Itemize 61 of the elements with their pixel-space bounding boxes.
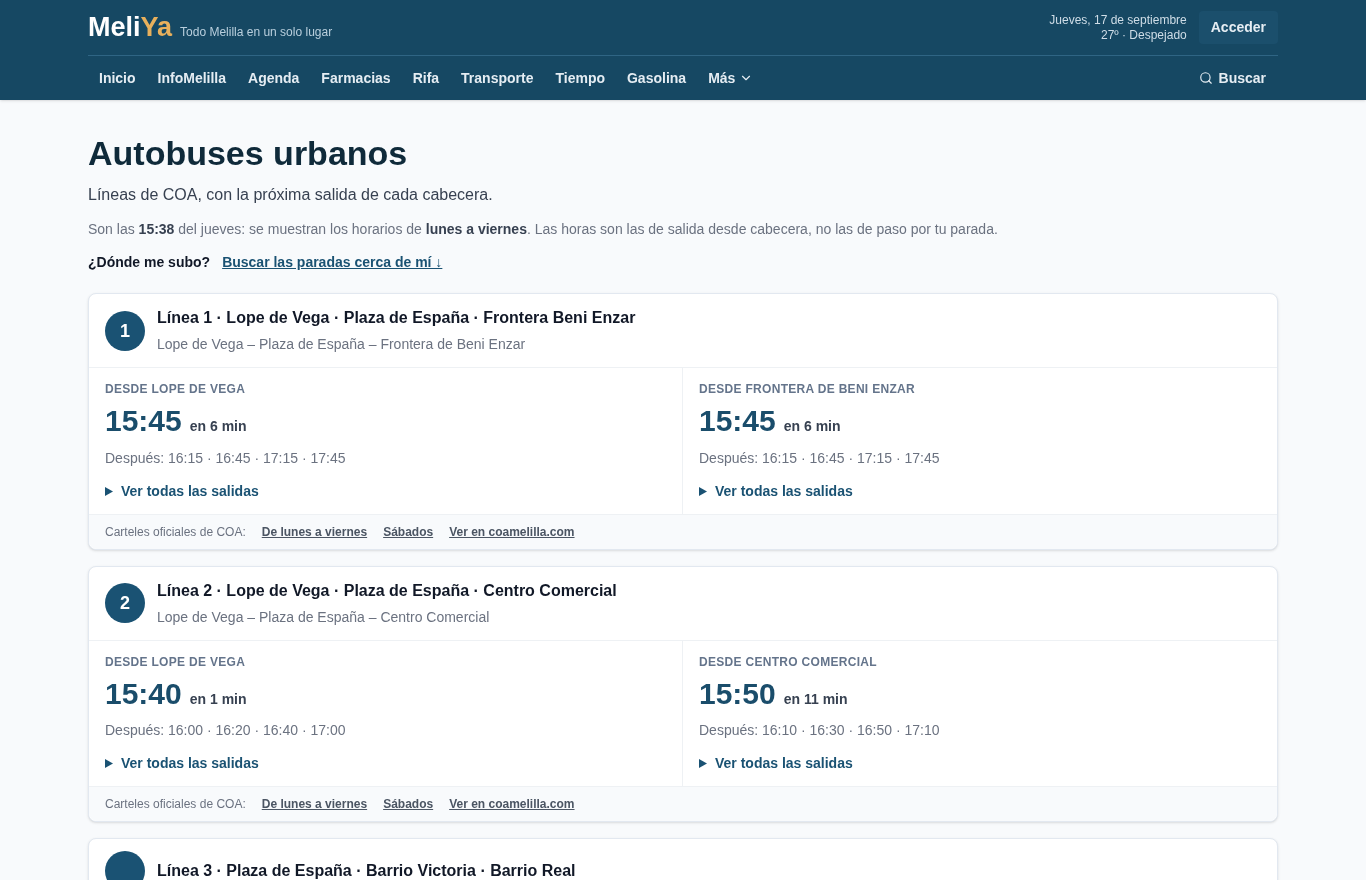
later-departures: Después: 16:00 · 16:20 · 16:40 · 17:00 <box>105 721 347 740</box>
triangle-icon <box>699 486 707 496</box>
nav-link[interactable]: Agenda <box>237 67 311 89</box>
direction-label: DESDE LOPE DE VEGA <box>105 653 247 671</box>
weather-summary: 27º · Despejado <box>1100 27 1187 43</box>
line-title: Línea 3 · Plaza de España · Barrio Victoria · Barrio Real <box>157 861 576 880</box>
schedule-link[interactable]: De lunes a viernes <box>261 522 368 541</box>
triangle-icon <box>105 486 113 496</box>
later-departures: Después: 16:15 · 16:45 · 17:15 · 17:45 <box>699 448 941 468</box>
schedule-link[interactable]: Ver en coamelilla.com <box>449 522 575 541</box>
line-route: Lope de Vega – Plaza de España – Centro Comercial <box>157 607 491 627</box>
triangle-icon <box>699 759 707 768</box>
show-all-departures-toggle[interactable]: Ver todas las salidas <box>699 753 853 774</box>
direction-label: DESDE CENTRO COMERCIAL <box>699 653 878 671</box>
nav-link[interactable]: Más <box>697 67 765 89</box>
line-number-badge: 2 <box>105 583 145 623</box>
later-departures: Después: 16:15 · 16:45 · 17:15 · 17:45 <box>105 448 347 468</box>
schedule-link[interactable]: De lunes a viernes <box>261 795 368 813</box>
page-subtitle: Líneas de COA, con la próxima salida de cada cabecera. <box>88 185 494 205</box>
schedule-link[interactable]: Sábados <box>383 795 434 813</box>
where-to-board-label: ¿Dónde me subo? <box>88 253 211 272</box>
schedule-link[interactable]: Ver en coamelilla.com <box>449 795 575 813</box>
departure-eta: en 11 min <box>783 689 848 709</box>
site-tagline: Todo Melilla en un solo lugar <box>180 24 333 41</box>
departure-eta: en 1 min <box>189 689 247 709</box>
show-all-departures-toggle[interactable]: Ver todas las salidas <box>105 480 259 502</box>
search-button[interactable]: Buscar <box>1186 67 1278 89</box>
nav-link[interactable]: Gasolina <box>616 67 698 89</box>
nav-link[interactable]: Farmacias <box>310 67 402 89</box>
departure-eta: en 6 min <box>189 417 247 436</box>
login-button[interactable]: Acceder <box>1198 11 1278 44</box>
next-departure-time: 15:45 <box>105 403 182 439</box>
current-date: Jueves, 17 de septiembre <box>1049 12 1187 28</box>
next-departure-time: 15:50 <box>699 675 776 712</box>
search-icon <box>1198 71 1213 85</box>
line-title: Línea 1 · Lope de Vega · Plaza de España · Frontera Beni Enzar <box>157 308 636 328</box>
site-logo[interactable]: MeliYa <box>88 14 173 41</box>
line-number-badge <box>105 851 145 880</box>
nearby-stops-link[interactable]: Buscar las paradas cerca de mí ↓ <box>222 252 443 273</box>
nav-link[interactable]: Rifa <box>401 67 451 89</box>
line-route: Lope de Vega – Plaza de España – Frontera de Beni Enzar <box>157 335 527 354</box>
schedule-link[interactable]: Sábados <box>383 522 434 541</box>
official-schedules-label: Carteles oficiales de COA: <box>105 796 246 813</box>
show-all-departures-toggle[interactable]: Ver todas las salidas <box>699 480 853 502</box>
next-departure-time: 15:45 <box>699 403 776 439</box>
show-all-departures-toggle[interactable]: Ver todas las salidas <box>105 753 259 774</box>
nav-link[interactable]: InfoMelilla <box>146 67 237 89</box>
schedule-note: Son las 15:38 del jueves: se muestran los horarios de lunes a viernes. Las horas son las de salida desde cabecera, no las de paso por tu parada. <box>88 220 999 239</box>
departure-eta: en 6 min <box>783 417 841 436</box>
triangle-icon <box>105 759 113 768</box>
next-departure-time: 15:40 <box>105 675 182 712</box>
line-number-badge: 1 <box>105 310 145 351</box>
line-title: Línea 2 · Lope de Vega · Plaza de España · Centro Comercial <box>157 580 617 601</box>
nav-link[interactable]: Inicio <box>88 67 147 89</box>
nav-link[interactable]: Transporte <box>450 67 545 89</box>
page-title: Autobuses urbanos <box>88 133 409 174</box>
direction-label: DESDE FRONTERA DE BENI ENZAR <box>699 381 916 398</box>
official-schedules-label: Carteles oficiales de COA: <box>105 523 246 541</box>
nav-link[interactable]: Tiempo <box>544 67 616 89</box>
direction-label: DESDE LOPE DE VEGA <box>105 381 247 398</box>
later-departures: Después: 16:10 · 16:30 · 16:50 · 17:10 <box>699 721 941 740</box>
